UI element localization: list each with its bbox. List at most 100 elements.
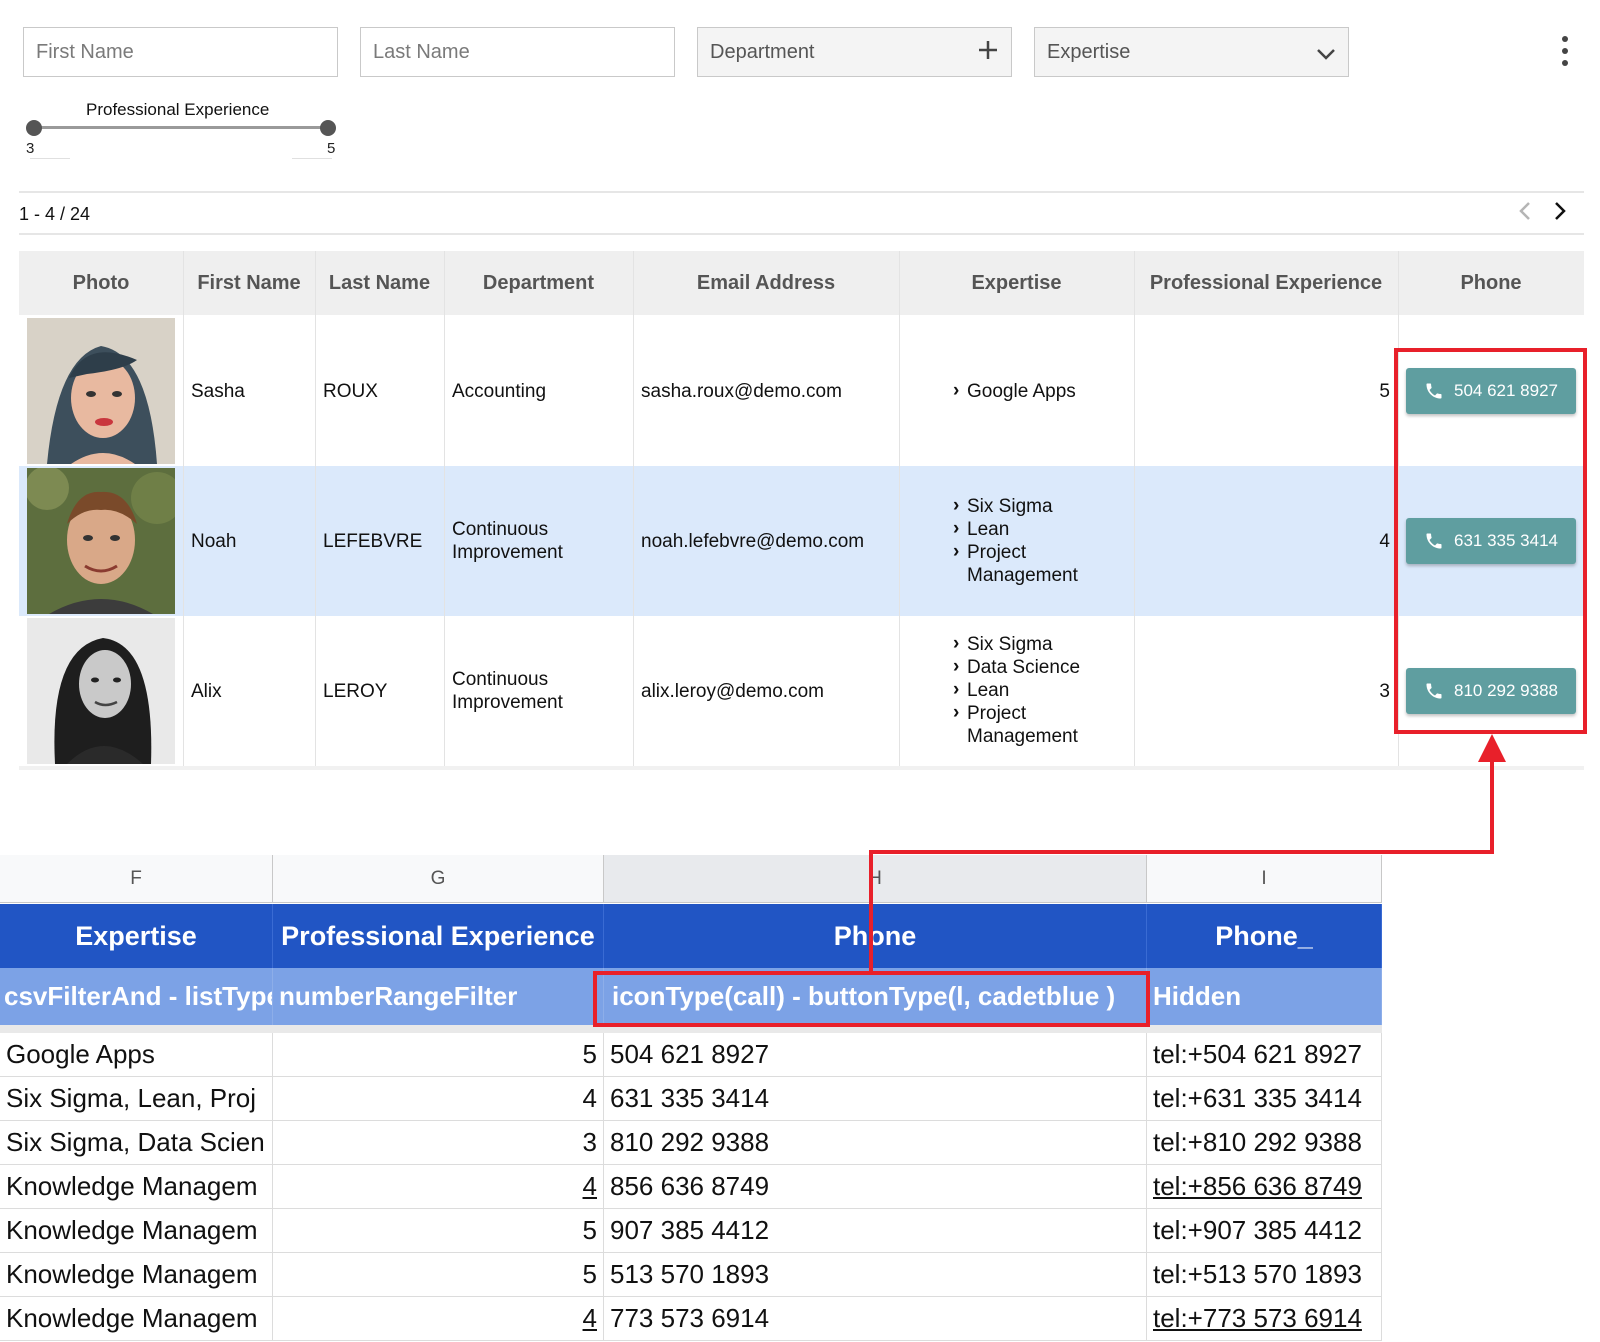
first-name-cell: Alix (191, 681, 222, 702)
range-min-value: 3 (26, 140, 35, 157)
sheet-header-experience[interactable]: Professional Experience (273, 904, 604, 968)
connector-line (869, 850, 1494, 854)
header-department[interactable]: Department (444, 251, 633, 315)
header-email[interactable]: Email Address (633, 251, 899, 315)
cell-text: tel:+504 621 8927 (1153, 1039, 1362, 1069)
cell-text: 5 (582, 1215, 597, 1245)
column-divider (633, 251, 634, 768)
first-name-cell: Noah (191, 531, 237, 552)
range-max-underline (292, 158, 332, 159)
expertise-item: Six Sigma (953, 632, 1103, 656)
email-cell: noah.lefebvre@demo.com (641, 531, 865, 552)
sheet-cell-phone[interactable]: 907 385 4412 (604, 1209, 1147, 1253)
sheet-cell-tel[interactable]: tel:+513 570 1893 (1147, 1253, 1382, 1297)
sheet-cell-expertise[interactable]: Six Sigma, Data Scien (0, 1121, 273, 1165)
cell-text: Knowledge Managem (6, 1303, 258, 1333)
cell-text: Knowledge Managem (6, 1259, 258, 1289)
divider (19, 191, 1584, 193)
cell-text: 504 621 8927 (610, 1039, 770, 1069)
sheet-cell-phone[interactable]: 504 621 8927 (604, 1033, 1147, 1077)
header-phone[interactable]: Phone (1398, 251, 1584, 315)
chevron-down-icon (1316, 39, 1336, 65)
sheet-cell-experience[interactable]: 5 (273, 1253, 604, 1297)
column-divider (183, 251, 184, 768)
cell-text: 856 636 8749 (610, 1171, 770, 1201)
sheet-cell-experience[interactable]: 5 (273, 1209, 604, 1253)
column-letter-f[interactable]: F (0, 855, 273, 903)
sheet-cell-experience[interactable]: 3 (273, 1121, 604, 1165)
sheet-cell-phone[interactable]: 631 335 3414 (604, 1077, 1147, 1121)
arrow-up-icon (1478, 734, 1506, 762)
column-letter-i[interactable]: I (1147, 855, 1382, 903)
column-divider (899, 251, 900, 768)
sheet-cell-expertise[interactable]: Six Sigma, Lean, Proj (0, 1077, 273, 1121)
column-divider (315, 251, 316, 768)
expertise-item: Project Management (953, 540, 1103, 587)
cell-text: tel:+631 335 3414 (1153, 1083, 1362, 1113)
sheet-cell-phone[interactable]: 513 570 1893 (604, 1253, 1147, 1297)
sheet-cell-tel[interactable]: tel:+907 385 4412 (1147, 1209, 1382, 1253)
sheet-cell-tel[interactable]: tel:+856 636 8749 (1147, 1165, 1382, 1209)
range-min-handle[interactable] (26, 120, 42, 136)
department-filter[interactable]: Department (697, 27, 1012, 77)
chevron-left-icon[interactable] (1518, 200, 1532, 229)
more-vert-icon[interactable] (1558, 36, 1572, 66)
cell-text: Google Apps (6, 1039, 155, 1069)
column-letter-h[interactable]: H (604, 855, 1147, 903)
expertise-item: Google Apps (953, 379, 1076, 403)
sheet-header-phone[interactable]: Phone (604, 904, 1147, 968)
expertise-item: Data Science (953, 655, 1103, 679)
last-name-cell: LEFEBVRE (323, 531, 423, 552)
range-max-handle[interactable] (320, 120, 336, 136)
sheet-config-experience[interactable]: numberRangeFilter (273, 968, 604, 1025)
sheet-cell-tel[interactable]: tel:+504 621 8927 (1147, 1033, 1382, 1077)
expertise-filter-select[interactable]: Expertise (1034, 27, 1349, 77)
sheet-cell-tel[interactable]: tel:+810 292 9388 (1147, 1121, 1382, 1165)
header-expertise[interactable]: Expertise (899, 251, 1134, 315)
sheet-cell-experience[interactable]: 4 (273, 1297, 604, 1341)
expertise-filter-label: Expertise (1047, 40, 1131, 63)
column-letter-g[interactable]: G (273, 855, 604, 903)
experience-range-track[interactable] (34, 126, 328, 129)
sheet-cell-expertise[interactable]: Knowledge Managem (0, 1297, 273, 1341)
sheet-cell-experience[interactable]: 5 (273, 1033, 604, 1077)
cell-text: Knowledge Managem (6, 1215, 258, 1245)
column-divider (1134, 251, 1135, 768)
table-bottom-edge (19, 766, 1584, 770)
sheet-cell-phone[interactable]: 773 573 6914 (604, 1297, 1147, 1341)
cell-text: Six Sigma, Data Scien (6, 1127, 265, 1157)
cell-text: tel:+773 573 6914 (1153, 1303, 1362, 1333)
sheet-cell-tel[interactable]: tel:+773 573 6914 (1147, 1297, 1382, 1341)
header-first-name[interactable]: First Name (183, 251, 315, 315)
sheet-cell-tel[interactable]: tel:+631 335 3414 (1147, 1077, 1382, 1121)
first-name-cell: Sasha (191, 381, 245, 402)
last-name-placeholder: Last Name (373, 40, 470, 63)
experience-cell: 3 (1379, 681, 1390, 702)
sheet-config-expertise[interactable]: csvFilterAnd - listType (0, 968, 273, 1025)
cell-text: 631 335 3414 (610, 1083, 770, 1113)
avatar (27, 468, 175, 614)
first-name-filter-input[interactable]: First Name (23, 27, 338, 77)
sheet-cell-expertise[interactable]: Knowledge Managem (0, 1165, 273, 1209)
sheet-cell-expertise[interactable]: Google Apps (0, 1033, 273, 1077)
cell-text: 3 (582, 1127, 597, 1157)
header-last-name[interactable]: Last Name (315, 251, 444, 315)
last-name-filter-input[interactable]: Last Name (360, 27, 675, 77)
sheet-cell-experience[interactable]: 4 (273, 1077, 604, 1121)
sheet-cell-expertise[interactable]: Knowledge Managem (0, 1209, 273, 1253)
cell-text: 907 385 4412 (610, 1215, 770, 1245)
expertise-list: Six Sigma Lean Project Management (953, 494, 1103, 587)
sheet-cell-expertise[interactable]: Knowledge Managem (0, 1253, 273, 1297)
column-divider (444, 251, 445, 768)
sheet-config-hidden[interactable]: Hidden (1147, 968, 1382, 1025)
sheet-cell-phone[interactable]: 810 292 9388 (604, 1121, 1147, 1165)
avatar (27, 318, 175, 464)
header-experience[interactable]: Professional Experience (1134, 251, 1398, 315)
sheet-cell-experience[interactable]: 4 (273, 1165, 604, 1209)
sheet-cell-phone[interactable]: 856 636 8749 (604, 1165, 1147, 1209)
chevron-right-icon[interactable] (1553, 200, 1567, 229)
header-photo[interactable]: Photo (19, 251, 183, 315)
pagination-summary: 1 - 4 / 24 (19, 204, 91, 224)
sheet-header-expertise[interactable]: Expertise (0, 904, 273, 968)
sheet-header-phone-hidden[interactable]: Phone_ (1147, 904, 1382, 968)
